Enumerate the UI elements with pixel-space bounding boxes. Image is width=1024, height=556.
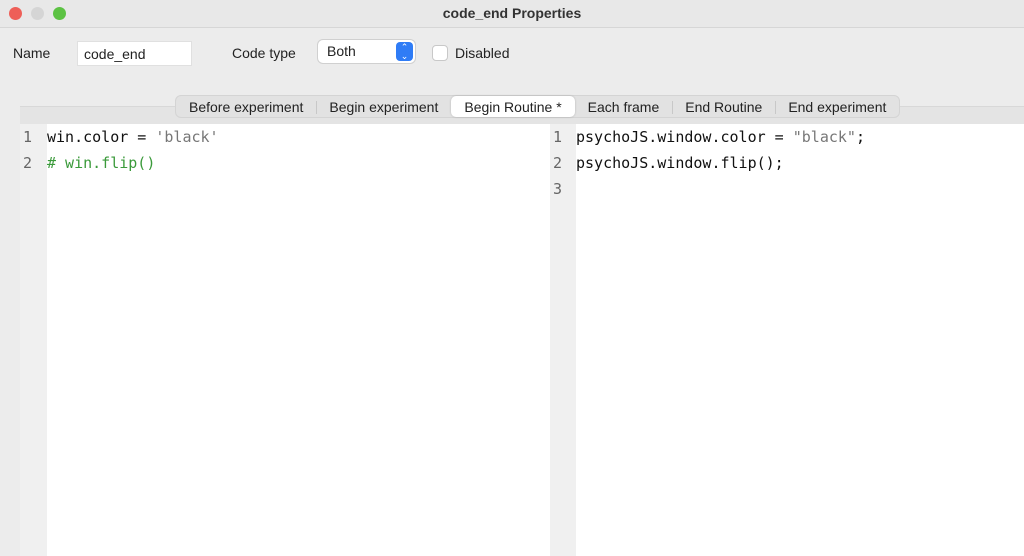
code-type-label: Code type: [232, 45, 296, 61]
line-number: 3: [553, 180, 563, 198]
tab-end-routine[interactable]: End Routine: [672, 96, 775, 117]
js-code-editor[interactable]: psychoJS.window.color = "black"; psychoJ…: [576, 124, 1024, 556]
tab-each-frame[interactable]: Each frame: [575, 96, 673, 117]
line-number: 2: [23, 154, 33, 172]
name-label: Name: [13, 45, 51, 61]
code-line: win.color = 'black': [47, 124, 550, 150]
line-number: 1: [23, 128, 33, 146]
disabled-label: Disabled: [455, 45, 510, 61]
code-type-select[interactable]: Both ⌃ ⌄: [318, 40, 415, 63]
tab-begin-routine[interactable]: Begin Routine *: [451, 96, 575, 117]
code-line: # win.flip(): [47, 154, 156, 172]
tab-begin-experiment[interactable]: Begin experiment: [316, 96, 451, 117]
python-line-numbers: 1 2: [20, 124, 47, 556]
python-code-editor[interactable]: win.color = 'black' # win.flip(): [47, 124, 550, 556]
tab-end-experiment[interactable]: End experiment: [775, 96, 899, 117]
string-literal: 'black': [155, 128, 219, 146]
disabled-checkbox[interactable]: [432, 45, 448, 61]
code-line: psychoJS.window.flip();: [576, 154, 784, 172]
line-number: 2: [553, 154, 563, 172]
tab-bar: Before experiment Begin experiment Begin…: [175, 95, 901, 118]
code-line: psychoJS.window.color = "black";: [576, 124, 1024, 150]
code-text: psychoJS.window.color =: [576, 128, 793, 146]
js-line-numbers: 1 2 3: [550, 124, 576, 556]
code-text: win.color =: [47, 128, 156, 146]
tab-before-experiment[interactable]: Before experiment: [176, 96, 316, 117]
string-literal: "black": [792, 128, 856, 146]
code-type-value: Both: [327, 43, 356, 59]
chevron-up-down-icon: ⌃ ⌄: [396, 42, 413, 61]
code-text: ;: [855, 128, 865, 146]
title-bar: code_end Properties: [0, 0, 1024, 28]
name-input[interactable]: code_end: [77, 41, 192, 66]
line-number: 1: [553, 128, 563, 146]
window-title: code_end Properties: [442, 5, 582, 21]
